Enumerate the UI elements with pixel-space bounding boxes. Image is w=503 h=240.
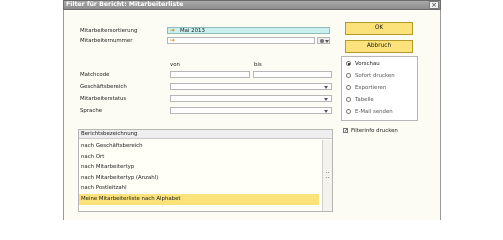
number-label: Mitarbeiternummer — [80, 38, 133, 44]
business-area-label: Geschäftsbereich — [80, 84, 127, 90]
filterinfo-label: Filterinfo drucken — [351, 128, 398, 134]
list-item-selected[interactable]: Meine Mitarbeiterliste nach Alphabet — [79, 193, 319, 205]
list-item[interactable]: nach Geschäftsbereich — [79, 141, 319, 152]
matchcode-label: Matchcode — [80, 72, 110, 78]
list-item[interactable]: nach Postleitzahl — [79, 183, 319, 194]
radio-export[interactable] — [346, 85, 351, 90]
close-icon: × — [431, 1, 437, 9]
chevron-down-icon — [325, 40, 329, 43]
list-item[interactable]: nach Mitarbeitertyp — [79, 162, 319, 173]
option-email-label: E-Mail senden — [355, 109, 393, 115]
filterinfo-checkbox[interactable]: ✓ — [343, 128, 348, 134]
close-button[interactable]: × — [429, 1, 439, 9]
scroll-grip[interactable] — [326, 172, 329, 178]
language-label: Sprache — [80, 108, 103, 114]
radio-email[interactable] — [346, 109, 351, 114]
option-table-label: Tabelle — [355, 97, 374, 103]
radio-preview[interactable] — [346, 61, 351, 66]
list-item[interactable]: nach Ort — [79, 152, 319, 163]
to-label: bis — [254, 62, 262, 68]
list-header-label: Berichtsbezeichnung — [81, 131, 138, 137]
number-field[interactable]: ➔ — [167, 37, 315, 44]
sort-value: Mai 2013 — [180, 28, 205, 34]
option-preview-label: Vorschau — [355, 61, 380, 67]
language-select[interactable] — [170, 107, 332, 114]
status-select[interactable] — [170, 95, 332, 102]
chevron-down-icon — [324, 110, 328, 113]
list-scrollbar[interactable] — [322, 140, 332, 211]
chevron-down-icon — [324, 98, 328, 101]
radio-print-now[interactable] — [346, 73, 351, 78]
lookup-button[interactable] — [317, 37, 330, 44]
radio-table[interactable] — [346, 97, 351, 102]
sort-field[interactable]: ➔ Mai 2013 — [167, 27, 330, 34]
arrow-right-icon: ➔ — [170, 37, 176, 44]
sort-label: Mitarbeitersortierung — [80, 28, 138, 34]
list-header[interactable]: Berichtsbezeichnung — [79, 130, 332, 139]
list-item[interactable]: nach Mitarbeitertyp (Anzahl) — [79, 173, 319, 184]
ok-button[interactable]: OK — [345, 22, 413, 35]
chevron-down-icon — [324, 86, 328, 89]
matchcode-from-field[interactable] — [170, 71, 250, 78]
list-rows: nach Geschäftsbereich nach Ort nach Mita… — [79, 141, 319, 211]
arrow-right-icon: ➔ — [170, 27, 176, 34]
option-export-label: Exportieren — [355, 85, 387, 91]
business-area-select[interactable] — [170, 83, 332, 90]
lookup-icon — [320, 39, 324, 43]
option-print-label: Sofort drucken — [355, 73, 395, 79]
status-label: Mitarbeiterstatus — [80, 96, 127, 102]
matchcode-to-field[interactable] — [253, 71, 332, 78]
window-title: Filter für Bericht: Mitarbeiterliste — [66, 1, 184, 8]
from-label: von — [170, 62, 180, 68]
cancel-button[interactable]: Abbruch — [345, 40, 413, 53]
